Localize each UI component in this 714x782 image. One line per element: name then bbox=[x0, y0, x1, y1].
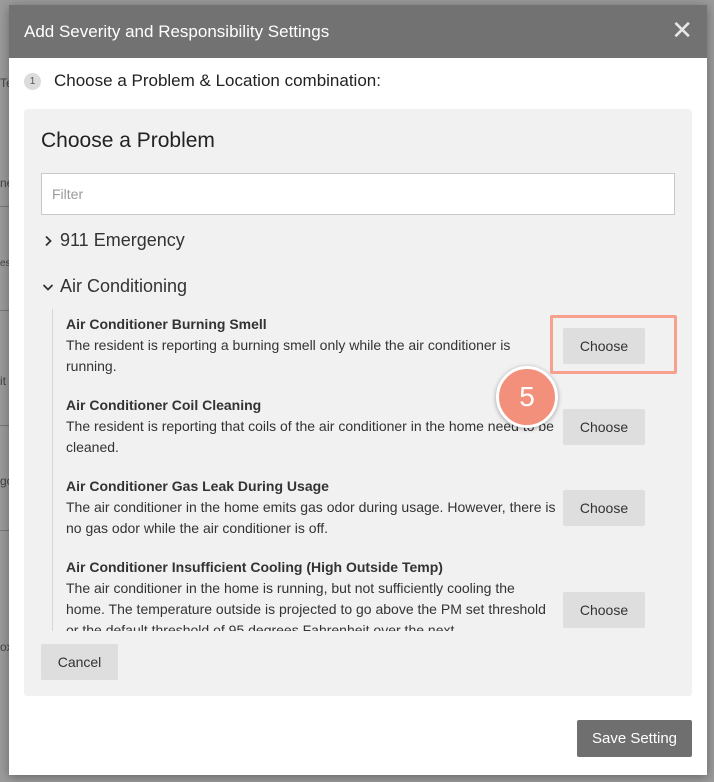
problem-description: The air conditioner in the home emits ga… bbox=[66, 499, 556, 536]
choose-button[interactable]: Choose bbox=[563, 490, 645, 526]
step-row: 1 Choose a Problem & Location combinatio… bbox=[24, 71, 381, 91]
category-911-emergency[interactable]: 911 Emergency bbox=[41, 230, 185, 251]
close-icon[interactable]: ✕ bbox=[671, 17, 693, 43]
cancel-button[interactable]: Cancel bbox=[41, 644, 118, 680]
category-label: 911 Emergency bbox=[60, 230, 185, 250]
chevron-down-icon bbox=[41, 281, 55, 293]
choose-button[interactable]: Choose bbox=[563, 592, 645, 628]
step-marker: 5 bbox=[496, 366, 558, 428]
choose-problem-panel: Choose a Problem 911 Emergency Air Condi… bbox=[24, 109, 692, 696]
chevron-right-icon bbox=[41, 235, 55, 247]
filter-input[interactable] bbox=[41, 173, 675, 215]
problem-description: The resident is reporting that coils of … bbox=[66, 418, 554, 455]
step-instruction: Choose a Problem & Location combination: bbox=[54, 71, 381, 90]
step-number-badge: 1 bbox=[24, 72, 41, 90]
modal-title: Add Severity and Responsibility Settings bbox=[24, 21, 330, 41]
category-label: Air Conditioning bbox=[60, 276, 188, 296]
choose-button[interactable]: Choose bbox=[563, 328, 645, 364]
choose-button[interactable]: Choose bbox=[563, 409, 645, 445]
problem-description: The resident is reporting a burning smel… bbox=[66, 337, 511, 374]
panel-title: Choose a Problem bbox=[41, 129, 215, 152]
problem-list[interactable]: Air Conditioner Burning Smell The reside… bbox=[52, 309, 683, 631]
problem-name: Air Conditioner Insufficient Cooling (Hi… bbox=[66, 559, 443, 575]
modal-header: Add Severity and Responsibility Settings… bbox=[9, 5, 707, 58]
save-setting-button[interactable]: Save Setting bbox=[577, 720, 692, 757]
settings-modal: Add Severity and Responsibility Settings… bbox=[9, 5, 707, 775]
problem-description: The air conditioner in the home is runni… bbox=[66, 580, 546, 631]
category-air-conditioning[interactable]: Air Conditioning bbox=[41, 276, 187, 297]
